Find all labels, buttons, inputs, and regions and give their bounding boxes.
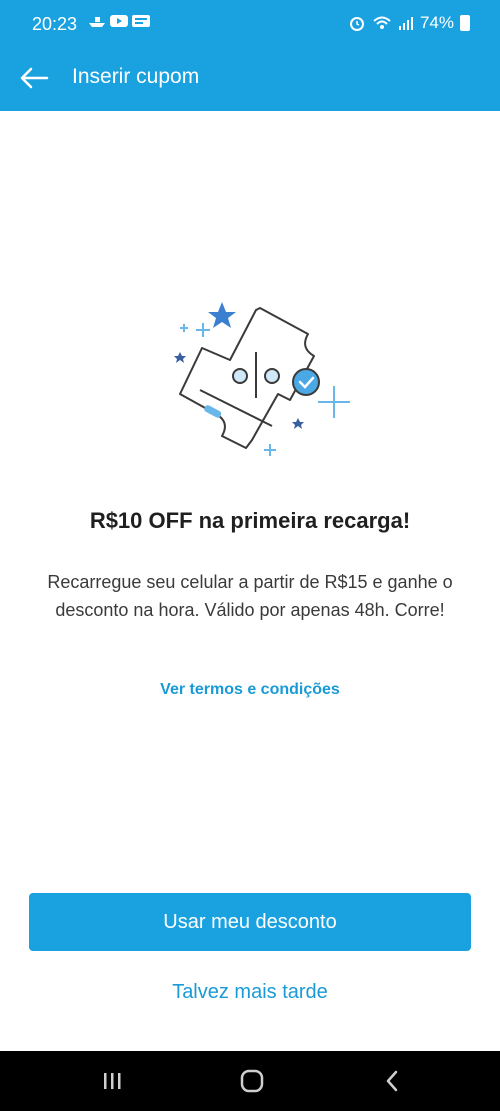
alarm-icon: [349, 17, 364, 31]
maybe-later-link[interactable]: Talvez mais tarde: [0, 981, 500, 1004]
battery-icon: [460, 15, 470, 31]
signal-icon: [398, 17, 413, 30]
recent-apps-button[interactable]: [90, 1065, 134, 1097]
back-button[interactable]: [14, 58, 54, 98]
battery-percent: 74%: [419, 13, 454, 32]
back-icon: [386, 1070, 398, 1092]
status-right: 74%: [348, 13, 470, 33]
offer-description: Recarregue seu celular a partir de R$15 …: [47, 572, 453, 620]
nav-back-button[interactable]: [370, 1065, 414, 1097]
home-button[interactable]: [230, 1065, 274, 1097]
boat-icon: [89, 17, 105, 27]
status-left-icons: [88, 14, 150, 28]
status-time: 20:23: [32, 14, 78, 34]
coupon-ticket-icon: [174, 302, 350, 456]
status-bar: 20:23 74%: [0, 0, 500, 48]
home-icon: [240, 1069, 264, 1093]
offer-headline: R$10 OFF na primeira recarga!: [89, 508, 411, 533]
use-discount-button[interactable]: Usar meu desconto: [29, 893, 471, 951]
navigation-bar: [0, 1051, 500, 1111]
youtube-icon: [110, 15, 128, 27]
arrow-left-icon: [20, 67, 49, 89]
recent-apps-icon: [104, 1073, 121, 1089]
notification-icon: [132, 15, 150, 27]
wifi-icon: [373, 16, 391, 29]
page-title: Inserir cupom: [72, 65, 200, 88]
header-area: 20:23 74% Inserir cupom: [0, 0, 500, 111]
app-bar: Inserir cupom: [0, 48, 500, 111]
terms-link[interactable]: Ver termos e condições: [0, 681, 500, 699]
